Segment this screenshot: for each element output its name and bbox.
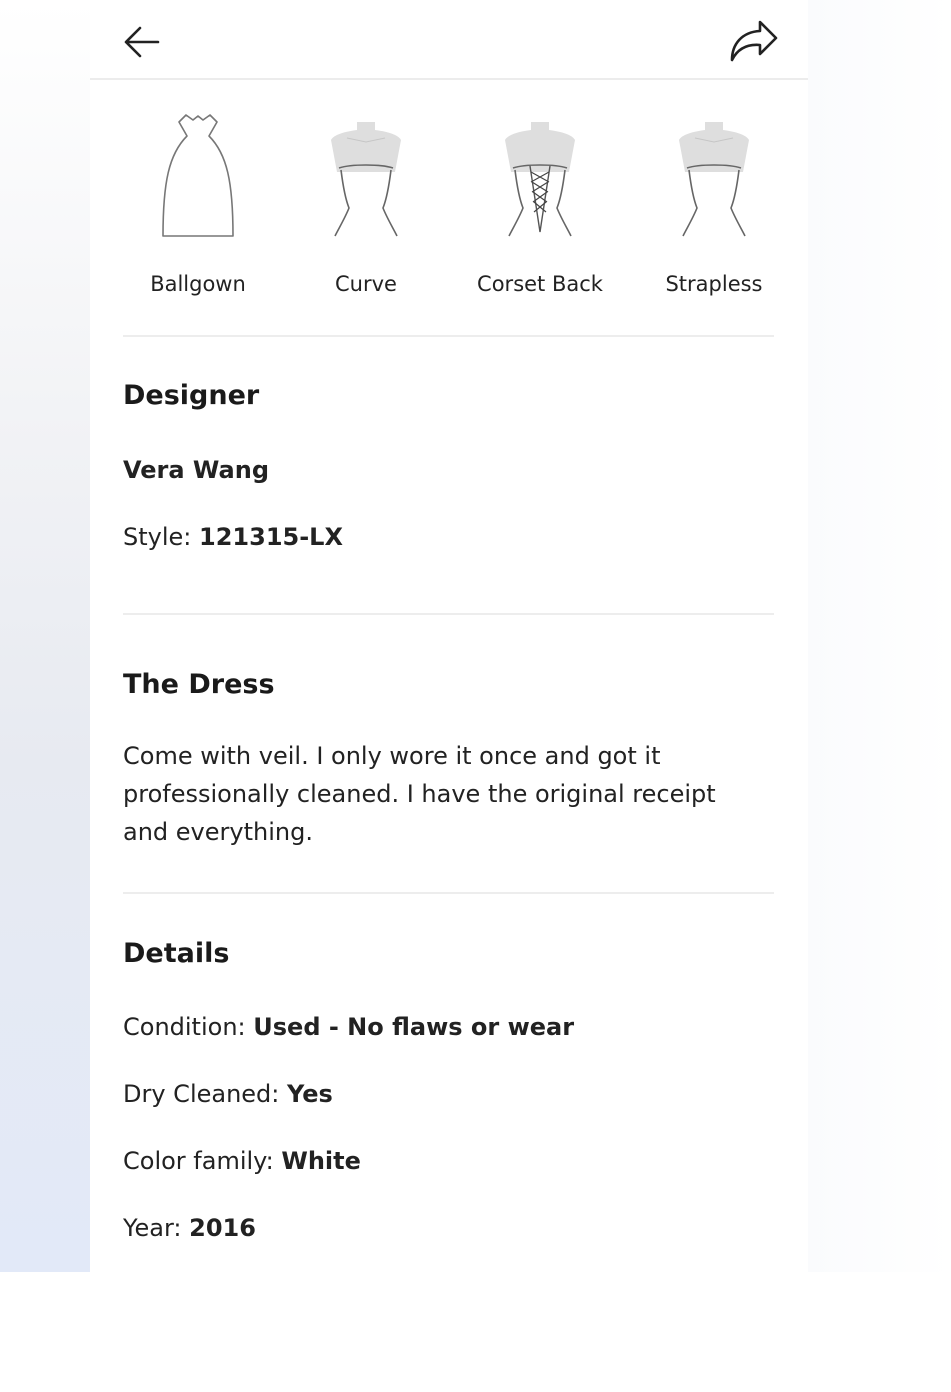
condition-value: Used - No flaws or wear bbox=[253, 1013, 575, 1041]
silhouette-row: Ballgown Curve Corset Back Strapless bbox=[120, 112, 780, 302]
silhouette-curve[interactable]: Curve bbox=[291, 112, 441, 296]
dry-cleaned-label: Dry Cleaned: bbox=[123, 1080, 280, 1108]
year-line: Year: 2016 bbox=[123, 1214, 256, 1242]
condition-line: Condition: Used - No flaws or wear bbox=[123, 1013, 574, 1041]
year-label: Year: bbox=[123, 1214, 182, 1242]
details-title: Details bbox=[123, 938, 230, 969]
color-family-label: Color family: bbox=[123, 1147, 274, 1175]
silhouette-label: Ballgown bbox=[150, 272, 246, 296]
color-family-line: Color family: White bbox=[123, 1147, 361, 1175]
designer-name: Vera Wang bbox=[123, 456, 270, 484]
condition-label: Condition: bbox=[123, 1013, 246, 1041]
background-left bbox=[0, 0, 90, 1272]
style-value: 121315-LX bbox=[199, 523, 343, 551]
ballgown-silhouette-icon bbox=[162, 114, 234, 237]
silhouette-strapless[interactable]: Strapless bbox=[639, 112, 789, 296]
dress-description: Come with veil. I only wore it once and … bbox=[123, 742, 716, 846]
divider bbox=[123, 613, 774, 615]
silhouette-label: Corset Back bbox=[477, 272, 603, 296]
dry-cleaned-line: Dry Cleaned: Yes bbox=[123, 1080, 333, 1108]
style-line: Style: 121315-LX bbox=[123, 523, 343, 551]
silhouette-label: Curve bbox=[335, 272, 397, 296]
background-right bbox=[808, 0, 951, 1272]
silhouette-corset-back[interactable]: Corset Back bbox=[465, 112, 615, 296]
listing-panel: Ballgown Curve Corset Back Strapless Des… bbox=[90, 0, 808, 1272]
dry-cleaned-value: Yes bbox=[287, 1080, 333, 1108]
silhouette-label: Strapless bbox=[665, 272, 763, 296]
year-value: 2016 bbox=[189, 1214, 256, 1242]
color-family-value: White bbox=[281, 1147, 361, 1175]
silhouette-ballgown[interactable]: Ballgown bbox=[123, 112, 273, 296]
dress-title: The Dress bbox=[123, 669, 275, 700]
designer-title: Designer bbox=[123, 380, 260, 411]
curve-silhouette-icon bbox=[331, 122, 401, 237]
top-bar bbox=[90, 0, 808, 80]
share-arrow-icon[interactable] bbox=[726, 18, 780, 64]
divider bbox=[123, 335, 774, 337]
strapless-silhouette-icon bbox=[679, 122, 749, 237]
style-label: Style: bbox=[123, 523, 192, 551]
corset-back-silhouette-icon bbox=[505, 122, 575, 237]
divider bbox=[123, 892, 774, 894]
arrow-left-icon[interactable] bbox=[122, 22, 162, 62]
